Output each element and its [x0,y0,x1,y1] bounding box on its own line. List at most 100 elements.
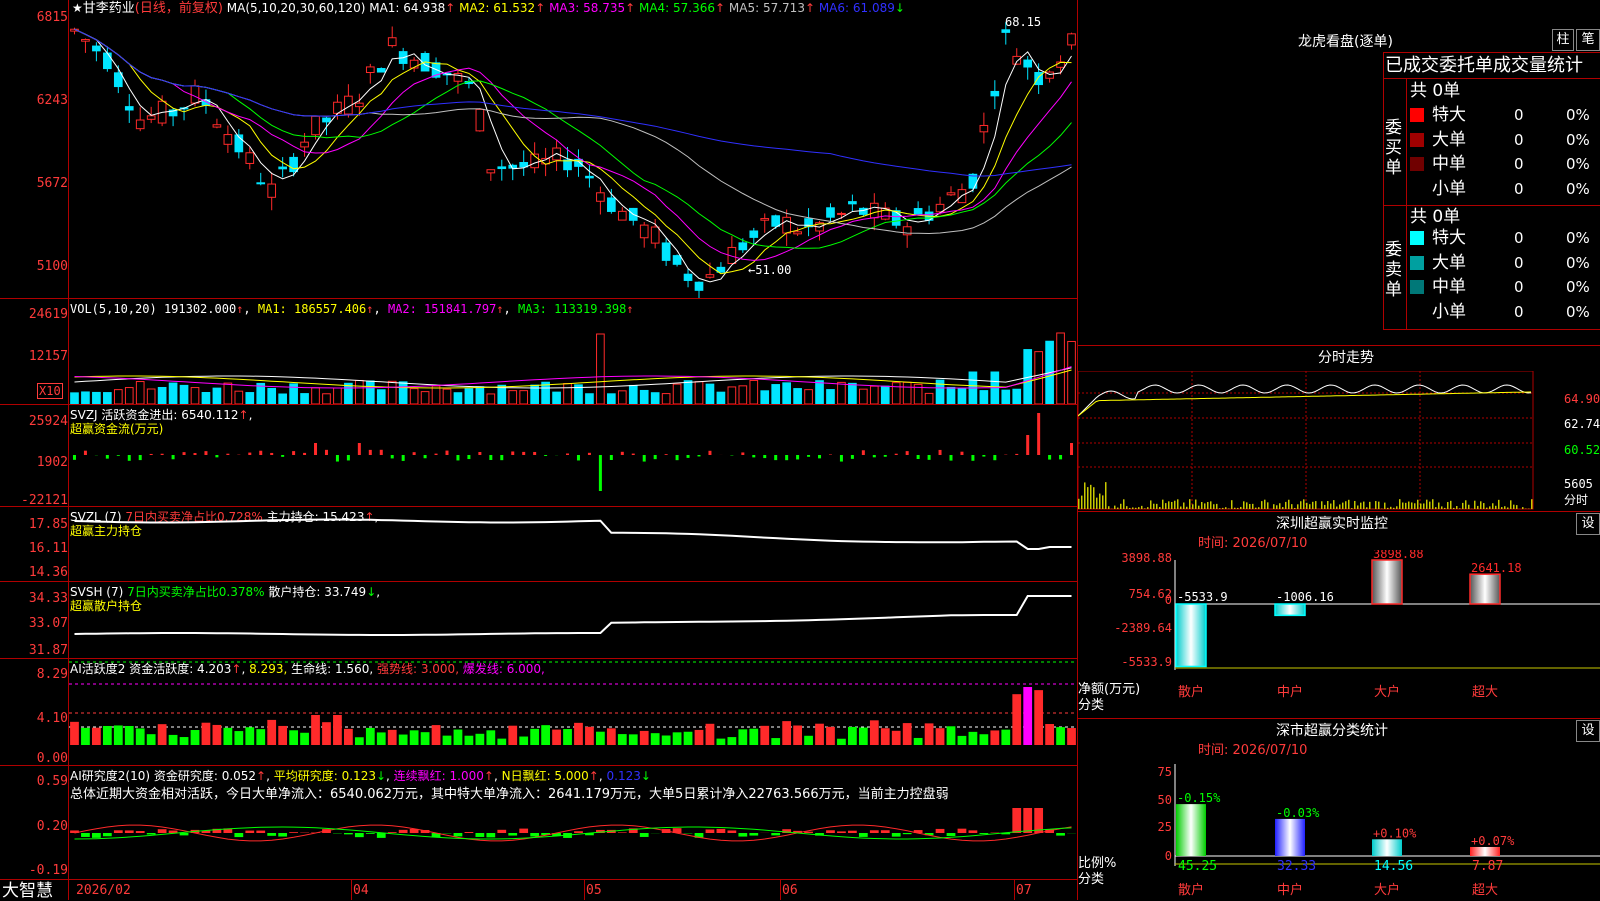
volume-bar [158,387,166,404]
intraday-vol-bar [1468,505,1470,509]
flow-bar [665,454,668,455]
monitor-settings-button[interactable]: 设 [1576,513,1600,535]
order-type: 特大 [1432,105,1466,125]
order-row: 小单 [1410,302,1466,322]
intraday-vol-bar [1225,507,1227,509]
x-axis-label: 04 [353,884,369,898]
intraday-vol-bar [1414,503,1416,509]
intraday-chart[interactable] [1078,371,1600,510]
main-chart-area[interactable]: ★甘李药业(日线，前复权) MA(5,10,20,30,60,120) MA1:… [0,0,1078,900]
intraday-vol-bar [1171,502,1173,509]
research-bar [125,830,134,833]
intraday-vol-bar [1390,507,1392,509]
intraday-title[interactable]: 分时走势 [1318,350,1374,366]
activity-bar [508,726,517,745]
intraday-vol-bar [1351,508,1353,509]
intraday-vol-bar [1093,487,1095,509]
intraday-vol-bar [1315,501,1317,509]
intraday-vol-bar [1108,506,1110,509]
research-bar [848,831,857,833]
class-category: 大户 [1374,882,1400,898]
tick-mode-button[interactable]: 笔 [1576,29,1600,51]
volume-bar [1002,390,1010,404]
legend-swatch [1410,133,1424,147]
class-bar [1176,804,1206,856]
order-count: 0 [1514,105,1524,125]
intraday-vol-bar [1429,502,1431,509]
research-bar [1034,808,1043,833]
order-count: 0 [1514,302,1524,322]
research-bar [278,833,287,837]
period-label[interactable]: (日线，前复权) [135,1,223,16]
flow-bar [413,452,416,455]
volume-bar [728,387,736,404]
flow-bar [741,452,744,455]
activity-bar [81,728,90,745]
x-axis-label: 07 [1016,884,1032,898]
holding-line [75,520,1072,550]
activity-bar [454,730,463,745]
intraday-vol-bar [1435,507,1437,509]
intraday-vol-bar [1114,506,1116,509]
volume-bar [783,383,791,404]
x-tick [1014,880,1015,900]
intraday-vol-bar [1135,508,1137,509]
brand-logo[interactable]: 大智慧 [2,882,53,900]
flow-bar [314,443,317,455]
flow-bar [391,455,394,458]
flow-bar [785,455,788,460]
star-icon[interactable]: ★ [72,1,83,15]
candlestick-chart[interactable] [69,16,1077,298]
vol-unit[interactable]: X10 [37,383,63,399]
activity-bar [202,723,211,745]
research-bar [377,833,386,838]
activity-bar [92,728,101,745]
price-axis-label: 5672 [0,176,68,191]
flow-bar [117,455,120,456]
research-bar [454,833,463,836]
monitor-bar-label: -5533.9 [1177,590,1228,604]
activity-bar [629,734,638,745]
bar-mode-button[interactable]: 柱 [1552,29,1574,51]
volume-bar [1057,333,1065,404]
class-bar-value: 7.87 [1472,859,1503,874]
flow-bar [358,443,361,455]
activity-bar [574,723,583,745]
intraday-vol-bar [1096,498,1098,509]
volume-bar [816,381,824,404]
volume-bar [114,390,122,404]
flow-bar [1059,455,1062,459]
separator [1078,511,1600,512]
candle [772,216,780,226]
class-settings-button[interactable]: 设 [1576,720,1600,742]
activity-bar [289,730,298,745]
intraday-vol-bar [1273,504,1275,509]
volume-bar [772,385,780,404]
activity-bar [234,731,243,745]
activity-bar [1056,727,1065,745]
intraday-vol-bar [1216,504,1218,509]
class-bar [1275,819,1305,856]
intraday-vol-bar [1156,504,1158,509]
monitor-bar-label: -1006.16 [1276,590,1334,604]
flow-bar [796,455,799,459]
price-axis-label: 5100 [0,259,68,274]
flow-bar [676,455,679,460]
candle [125,107,133,110]
volume-bar [750,380,758,404]
volume-bar [761,391,769,404]
intraday-vol-bar [1402,502,1404,509]
vol-value: 191302.000 [164,302,236,316]
intraday-vol-bar [1150,500,1152,509]
intraday-vol-bar [1261,501,1263,509]
legend-swatch [1410,157,1424,171]
flow-bar [599,455,602,491]
flow-bar [435,454,438,455]
svzj-axis-label: 25924 [0,414,68,429]
intraday-vol-bar [1300,501,1302,509]
flow-bar [698,455,701,456]
legend-swatch [1410,256,1424,270]
volume-bar [454,393,462,404]
vol-header: VOL(5,10,20) 191302.000↑, MA1: 186557.40… [70,302,634,316]
sell-total: 共 0单 [1410,207,1460,227]
